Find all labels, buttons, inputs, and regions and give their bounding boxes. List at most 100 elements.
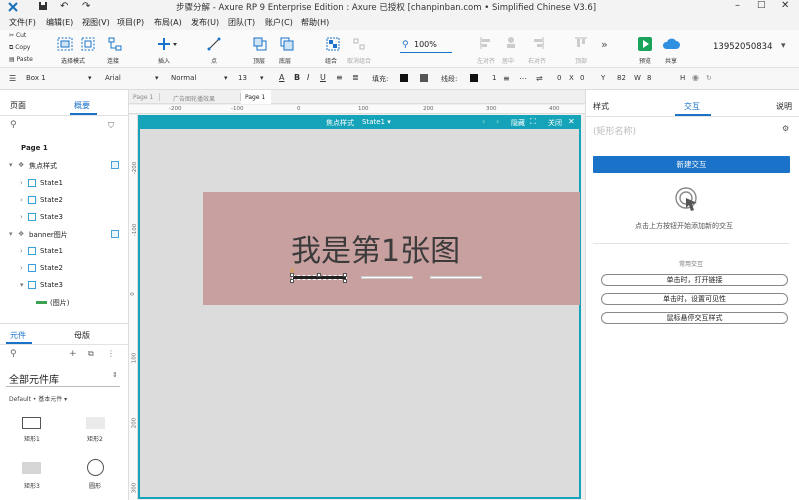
underline-icon[interactable]: U [320,73,326,82]
library-dropdown-icon[interactable]: ⇕ [112,371,118,379]
library-path[interactable]: Default • 基本元件 ▾ [9,394,67,403]
panel-state-select[interactable]: State1 ▾ [362,118,391,126]
filter-icon[interactable]: ⛉ [108,121,114,131]
align-top-icon[interactable] [574,36,588,50]
tree-state[interactable]: ▾ State3 [0,277,128,293]
rotate-handle-icon[interactable]: ⚲ [290,268,294,275]
widget-circle-icon[interactable] [87,459,104,476]
save-icon[interactable] [38,1,48,11]
font-dropdown-icon[interactable]: ▾ [155,74,159,82]
weight-dropdown-icon[interactable]: ▾ [224,74,228,82]
tree-dp-focus[interactable]: ▾ ❖ 焦点样式 [0,157,128,173]
focus-bar[interactable] [430,276,482,279]
doc-tab[interactable]: Page 1 [133,94,153,101]
tab-widgets[interactable]: 元件 [10,330,26,341]
style-dropdown-icon[interactable]: ▾ [88,74,92,82]
arrow-style-icon[interactable]: ⇌ [536,74,543,83]
add-icon[interactable]: + [69,349,77,359]
new-interaction-button[interactable]: 新建交互 [593,156,790,173]
font-color-icon[interactable]: A [279,73,284,82]
more-chevron-icon[interactable]: » [601,38,608,51]
cut-button[interactable]: ✂ Cut [9,32,26,39]
x-value[interactable]: 0 [557,74,561,82]
widget-rect2-icon[interactable] [86,417,105,429]
send-bottom-icon[interactable] [280,37,294,51]
doc-tab[interactable]: 广告图轮播效果 [173,94,215,103]
library-icon[interactable]: ⧉ [88,349,94,359]
widget-name-input[interactable]: (矩形名称) [593,124,636,137]
zoom-level[interactable]: 100% [414,40,437,49]
point-icon[interactable] [207,37,221,51]
tree-state[interactable]: › State2 [0,192,128,208]
fill-color-swatch[interactable] [400,74,408,82]
align-right-icon[interactable] [531,36,545,50]
on-click-set-visibility-button[interactable]: 单击时，设置可见性 [601,293,788,305]
selection-handle[interactable] [343,279,347,283]
menu-layout[interactable]: 布局(A) [154,17,182,28]
menu-file[interactable]: 文件(F) [9,17,36,28]
size-dropdown-icon[interactable]: ▾ [260,74,264,82]
text-align-icon[interactable]: ≣ [352,73,359,82]
ungroup-icon[interactable] [352,37,366,51]
tab-style[interactable]: 样式 [593,101,609,112]
rotation-icon[interactable]: ↻ [706,74,712,82]
bring-top-icon[interactable] [253,37,267,51]
style-select[interactable]: Box 1 [26,74,46,82]
hide-button[interactable]: 隐藏 [511,118,525,128]
account-dropdown-icon[interactable]: ▾ [781,41,786,51]
banner-image[interactable]: 我是第1张图 ⚲ [203,192,580,305]
expand-icon[interactable]: ⛶ [530,117,536,127]
height-value[interactable]: 8 [647,74,651,82]
selection-handle[interactable] [343,273,347,277]
tab-notes[interactable]: 说明 [776,101,792,112]
close-button[interactable]: ✕ [781,0,789,11]
more-icon[interactable]: ⋮ [107,349,115,358]
font-size-select[interactable]: 13 [238,74,247,82]
paste-button[interactable]: ▤ Paste [9,56,33,63]
widget-rect1-icon[interactable] [22,417,41,429]
line-pattern-icon[interactable]: ⋯ [519,74,527,83]
weight-select[interactable]: Normal [171,74,196,82]
on-click-open-link-button[interactable]: 单击时，打开链接 [601,274,788,286]
tree-dp-banner[interactable]: ▾ ❖ banner图片 [0,226,128,242]
share-cloud-icon[interactable] [662,37,680,51]
line-style-icon[interactable]: ≡ [503,74,510,83]
next-state-icon[interactable]: › [496,117,499,126]
tree-image[interactable]: (图片) [0,294,128,310]
connect-icon[interactable] [108,37,122,51]
menu-team[interactable]: 团队(T) [228,17,255,28]
menu-publish[interactable]: 发布(U) [191,17,219,28]
width-value[interactable]: 82 [617,74,626,82]
minimize-button[interactable]: – [735,0,740,11]
user-account[interactable]: 13952050834 [713,42,773,52]
text-list-icon[interactable]: ≡ [336,73,343,82]
align-center-icon[interactable] [504,36,518,50]
menu-view[interactable]: 视图(V) [82,17,110,28]
menu-account[interactable]: 账户(C) [265,17,293,28]
tree-page[interactable]: Page 1 [0,140,128,156]
library-select[interactable]: 全部元件库 [9,371,59,386]
visibility-eye-icon[interactable]: ◉ [692,73,699,82]
preview-icon[interactable] [638,37,652,51]
tree-state[interactable]: › State1 [0,243,128,259]
selection-handle[interactable] [317,273,321,277]
italic-icon[interactable]: I [307,73,309,82]
tab-interactions[interactable]: 交互 [684,101,700,112]
tree-state[interactable]: › State2 [0,260,128,276]
bold-icon[interactable]: B [294,73,300,82]
tree-state[interactable]: › State1 [0,175,128,191]
selection-handle[interactable] [290,279,294,283]
redo-icon[interactable]: ↷ [82,1,90,12]
close-editor-icon[interactable]: ✕ [568,117,575,126]
prev-state-icon[interactable]: ‹ [482,117,485,126]
tab-masters[interactable]: 母版 [74,330,90,341]
group-icon[interactable] [326,37,340,51]
tab-outline[interactable]: 概要 [74,100,90,111]
insert-icon[interactable] [157,37,177,51]
maximize-button[interactable]: □ [757,0,766,10]
line-width-value[interactable]: 1 [492,74,496,82]
menu-project[interactable]: 项目(P) [117,17,144,28]
font-select[interactable]: Arial [105,74,121,82]
select-mode-icon[interactable] [57,37,73,51]
search-icon[interactable]: ⚲ [10,120,17,130]
